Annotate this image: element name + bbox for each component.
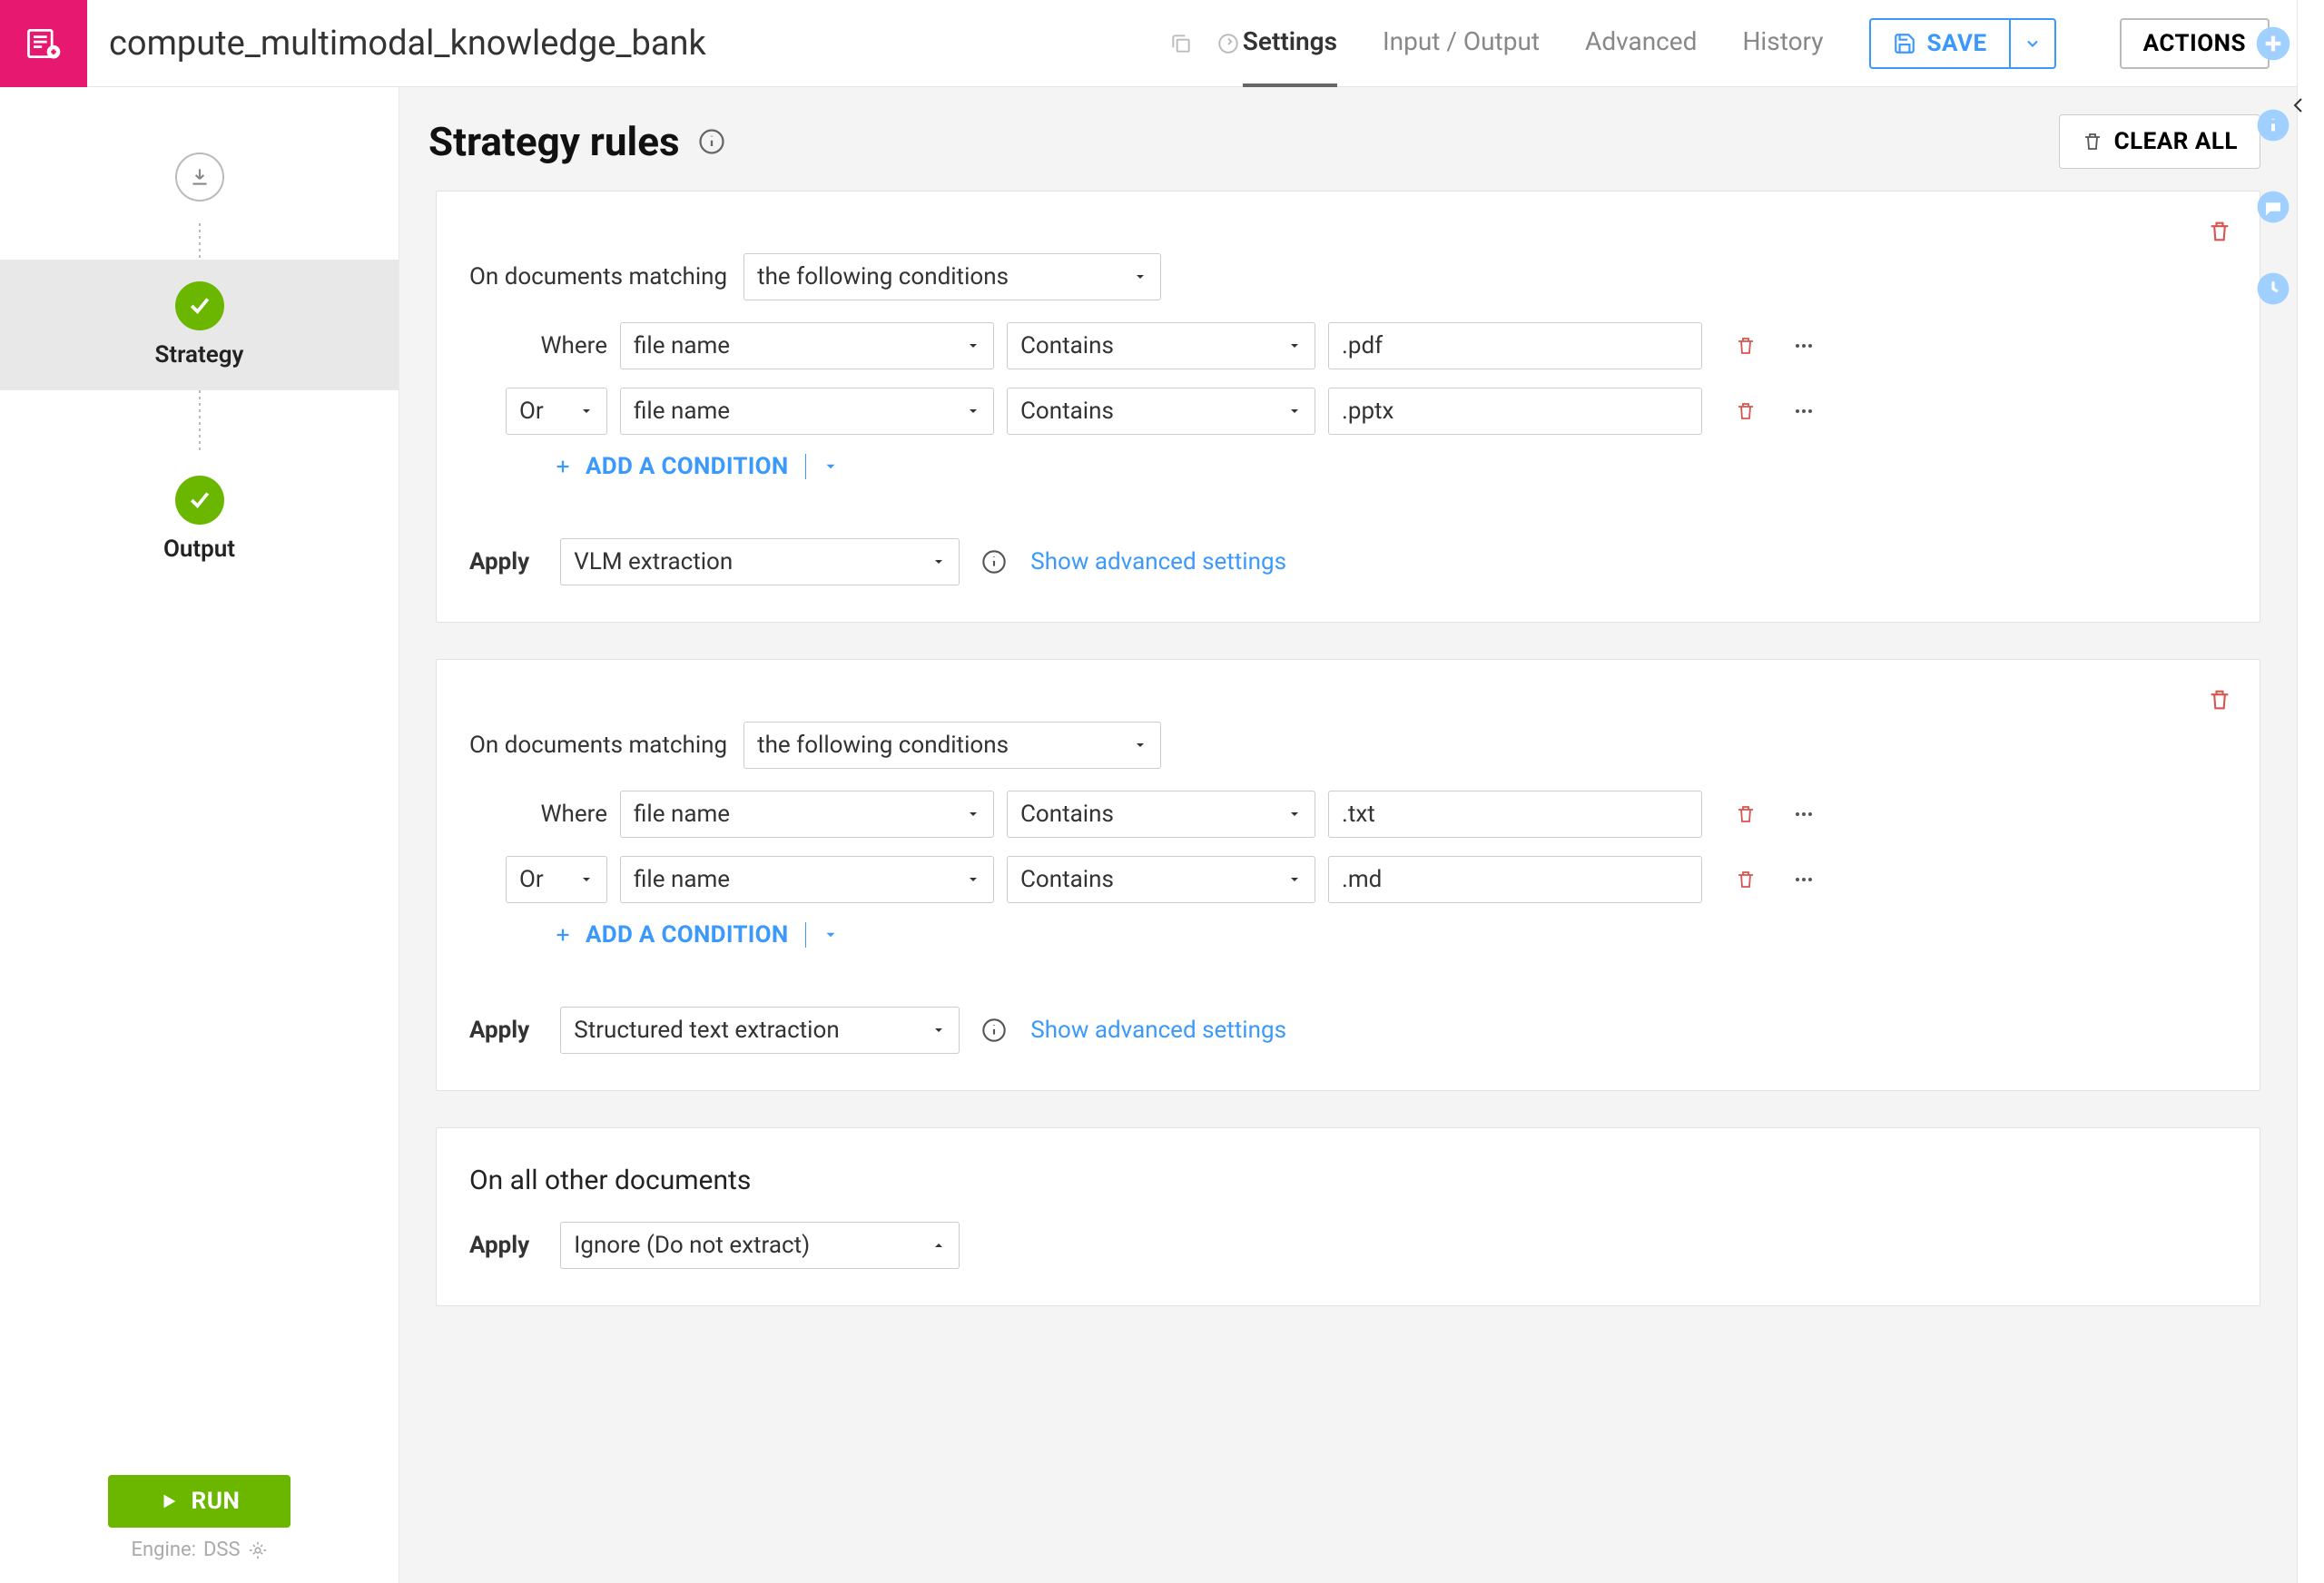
- chevron-down-icon: [2024, 34, 2042, 53]
- chat-icon[interactable]: [2255, 189, 2291, 225]
- delete-condition-button[interactable]: [1731, 400, 1760, 422]
- join-select[interactable]: Or: [506, 856, 607, 903]
- delete-rule-button[interactable]: [2207, 219, 2232, 244]
- actions-button[interactable]: ACTIONS: [2120, 18, 2270, 69]
- nav-settings[interactable]: Settings: [1243, 0, 1337, 87]
- info-icon[interactable]: [698, 128, 725, 155]
- download-icon: [188, 165, 212, 189]
- top-bar: compute_multimodal_knowledge_bank Settin…: [0, 0, 2297, 87]
- advanced-settings-link[interactable]: Show advanced settings: [1030, 548, 1286, 575]
- right-rail: [2297, 0, 2324, 1583]
- page-title: Strategy rules: [428, 118, 680, 165]
- field-select[interactable]: file name: [620, 322, 994, 369]
- content-panel: Strategy rules CLEAR ALL On documents ma…: [399, 87, 2297, 1583]
- left-panel: Strategy Output RUN Engine: DSS: [0, 87, 399, 1583]
- apply-label: Apply: [469, 1017, 529, 1044]
- nav-history[interactable]: History: [1742, 0, 1823, 87]
- more-icon[interactable]: [1789, 803, 1818, 825]
- field-select[interactable]: file name: [620, 791, 994, 838]
- value-input[interactable]: [1328, 322, 1702, 369]
- history-icon[interactable]: [2255, 270, 2291, 307]
- apply-select[interactable]: Structured text extraction: [560, 1007, 960, 1054]
- operator-select[interactable]: Contains: [1007, 322, 1315, 369]
- refresh-icon[interactable]: [1214, 29, 1243, 58]
- flow-node-input[interactable]: [0, 131, 399, 223]
- save-dropdown[interactable]: [2011, 18, 2056, 69]
- apply-label: Apply: [469, 548, 529, 575]
- operator-select[interactable]: Contains: [1007, 791, 1315, 838]
- value-input[interactable]: [1328, 791, 1702, 838]
- advanced-settings-link[interactable]: Show advanced settings: [1030, 1017, 1286, 1044]
- more-icon[interactable]: [1789, 400, 1818, 422]
- trash-icon: [2207, 219, 2232, 244]
- check-icon: [186, 292, 213, 320]
- info-icon[interactable]: [981, 549, 1007, 575]
- condition-row: Where file name Contains: [506, 322, 2227, 369]
- nav-input-output[interactable]: Input / Output: [1383, 0, 1540, 87]
- chevron-down-icon: [822, 458, 839, 475]
- join-select[interactable]: Or: [506, 388, 607, 435]
- save-button[interactable]: SAVE: [1869, 18, 2011, 69]
- add-condition-button[interactable]: ADD A CONDITION: [553, 921, 2227, 949]
- flow-node-output[interactable]: Output: [0, 454, 399, 585]
- add-icon[interactable]: [2255, 25, 2291, 62]
- operator-select[interactable]: Contains: [1007, 388, 1315, 435]
- field-select[interactable]: file name: [620, 388, 994, 435]
- fallback-card: On all other documents Apply Ignore (Do …: [436, 1127, 2260, 1306]
- delete-rule-button[interactable]: [2207, 687, 2232, 713]
- more-icon[interactable]: [1789, 869, 1818, 890]
- apply-select[interactable]: VLM extraction: [560, 538, 960, 585]
- rule-card: On documents matching the following cond…: [436, 659, 2260, 1091]
- gear-icon: [248, 1540, 268, 1560]
- collapse-arrow-icon[interactable]: [2288, 94, 2309, 116]
- run-button[interactable]: RUN: [108, 1475, 291, 1528]
- copy-icon[interactable]: [1167, 29, 1196, 58]
- plus-icon: [553, 925, 573, 945]
- check-icon: [186, 487, 213, 514]
- delete-condition-button[interactable]: [1731, 803, 1760, 825]
- condition-row: Or file name Contains: [506, 856, 2227, 903]
- info-icon[interactable]: [2255, 107, 2291, 143]
- condition-row: Where file name Contains: [506, 791, 2227, 838]
- fallback-apply-select[interactable]: Ignore (Do not extract): [560, 1222, 960, 1269]
- condition-row: Or file name Contains: [506, 388, 2227, 435]
- operator-select[interactable]: Contains: [1007, 856, 1315, 903]
- apply-label: Apply: [469, 1232, 529, 1259]
- play-icon: [159, 1491, 179, 1511]
- value-input[interactable]: [1328, 856, 1702, 903]
- chevron-down-icon: [822, 927, 839, 943]
- chevron-down-icon: [1133, 270, 1147, 284]
- flow-node-strategy[interactable]: Strategy: [0, 260, 399, 390]
- trash-icon: [2207, 687, 2232, 713]
- match-mode-select[interactable]: the following conditions: [743, 722, 1161, 769]
- recipe-title: compute_multimodal_knowledge_bank: [109, 24, 1148, 64]
- top-nav: Settings Input / Output Advanced History…: [1243, 0, 2270, 87]
- rule-card: On documents matching the following cond…: [436, 191, 2260, 623]
- clear-all-button[interactable]: CLEAR ALL: [2059, 114, 2260, 169]
- trash-icon: [2082, 131, 2103, 152]
- match-label: On documents matching: [469, 263, 727, 290]
- more-icon[interactable]: [1789, 335, 1818, 357]
- field-select[interactable]: file name: [620, 856, 994, 903]
- add-condition-button[interactable]: ADD A CONDITION: [553, 453, 2227, 480]
- value-input[interactable]: [1328, 388, 1702, 435]
- plus-icon: [553, 457, 573, 477]
- nav-advanced[interactable]: Advanced: [1585, 0, 1697, 87]
- recipe-logo: [0, 0, 87, 87]
- fallback-title: On all other documents: [469, 1165, 2227, 1196]
- info-icon[interactable]: [981, 1018, 1007, 1043]
- match-label: On documents matching: [469, 732, 727, 759]
- match-mode-select[interactable]: the following conditions: [743, 253, 1161, 300]
- delete-condition-button[interactable]: [1731, 335, 1760, 357]
- delete-condition-button[interactable]: [1731, 869, 1760, 890]
- engine-label: Engine: DSS: [0, 1539, 399, 1561]
